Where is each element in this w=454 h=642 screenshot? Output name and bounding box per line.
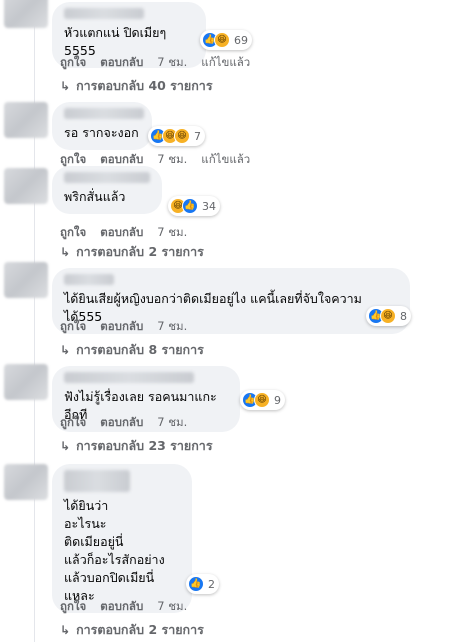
reaction-count: 9 <box>274 393 281 407</box>
commenter-name[interactable] <box>64 274 114 285</box>
commenter-name[interactable] <box>64 372 194 383</box>
avatar[interactable] <box>4 464 48 500</box>
comment-actions: ถูกใจ ตอบกลับ 7 ชม. แก้ไขแล้ว <box>60 54 250 72</box>
comment-actions: ถูกใจ ตอบกลับ 7 ชม. <box>60 318 187 336</box>
like-button[interactable]: ถูกใจ <box>60 318 86 336</box>
reply-arrow-icon: ↳ <box>60 343 71 357</box>
reply-arrow-icon: ↳ <box>60 623 71 637</box>
edited-label: แก้ไขแล้ว <box>201 152 251 166</box>
reply-button[interactable]: ตอบกลับ <box>100 224 143 242</box>
commenter-name[interactable] <box>64 8 144 19</box>
like-button[interactable]: ถูกใจ <box>60 54 86 72</box>
reaction-summary[interactable]: 👍 😆 69 <box>200 30 252 50</box>
reply-button[interactable]: ตอบกลับ <box>100 598 143 616</box>
reaction-count: 7 <box>194 129 201 143</box>
comment-text: ได้ยินว่า อะไรนะ ติดเมียอยู่นี่ แล้วก็อะ… <box>64 498 165 603</box>
haha-reaction-icon: 😆 <box>254 392 270 408</box>
avatar[interactable] <box>4 102 48 138</box>
commenter-name[interactable] <box>64 108 144 119</box>
haha-reaction-icon: 😆 <box>174 128 190 144</box>
reaction-summary[interactable]: 👍 😆 8 <box>366 306 411 326</box>
reply-arrow-icon: ↳ <box>60 79 71 93</box>
edited-label: แก้ไขแล้ว <box>201 55 251 69</box>
reaction-summary[interactable]: 😆 👍 34 <box>168 196 220 216</box>
reply-arrow-icon: ↳ <box>60 245 71 259</box>
view-replies-link[interactable]: ↳ การตอบกลับ 40 รายการ <box>60 76 213 96</box>
reaction-summary[interactable]: 👍 😆 9 <box>240 390 285 410</box>
reply-button[interactable]: ตอบกลับ <box>100 414 143 432</box>
reaction-count: 8 <box>400 309 407 323</box>
timestamp[interactable]: 7 ชม. <box>157 224 187 242</box>
reaction-summary[interactable]: 👍 😆 😆 7 <box>148 126 205 146</box>
view-replies-link[interactable]: ↳ การตอบกลับ 8 รายการ <box>60 340 204 360</box>
commenter-name[interactable] <box>64 470 130 492</box>
comment-actions: ถูกใจ ตอบกลับ 7 ชม. <box>60 224 187 242</box>
timestamp[interactable]: 7 ชม. <box>157 54 187 72</box>
comment-actions: ถูกใจ ตอบกลับ 7 ชม. <box>60 598 187 616</box>
comment-bubble: รอ รากจะงอก <box>52 102 152 150</box>
timestamp[interactable]: 7 ชม. <box>157 598 187 616</box>
comment-bubble: พริกสั่นแล้ว <box>52 166 162 214</box>
avatar[interactable] <box>4 364 48 400</box>
reaction-count: 34 <box>202 199 216 213</box>
view-replies-link[interactable]: ↳ การตอบกลับ 2 รายการ <box>60 242 204 262</box>
avatar[interactable] <box>4 0 48 28</box>
reaction-summary[interactable]: 👍 2 <box>186 574 219 594</box>
reaction-count: 69 <box>234 33 248 47</box>
replies-label: การตอบกลับ 8 รายการ <box>76 342 204 357</box>
haha-reaction-icon: 😆 <box>214 32 230 48</box>
like-reaction-icon: 👍 <box>182 198 198 214</box>
reaction-count: 2 <box>208 577 215 591</box>
replies-label: การตอบกลับ 40 รายการ <box>76 78 213 93</box>
like-button[interactable]: ถูกใจ <box>60 224 86 242</box>
comment-text: พริกสั่นแล้ว <box>64 189 126 204</box>
reply-button[interactable]: ตอบกลับ <box>100 318 143 336</box>
replies-label: การตอบกลับ 2 รายการ <box>76 244 204 259</box>
comment-text: รอ รากจะงอก <box>64 125 139 140</box>
like-button[interactable]: ถูกใจ <box>60 598 86 616</box>
like-reaction-icon: 👍 <box>188 576 204 592</box>
timestamp[interactable]: 7 ชม. <box>157 151 187 169</box>
comment-bubble: ได้ยินว่า อะไรนะ ติดเมียอยู่นี่ แล้วก็อะ… <box>52 464 192 613</box>
timestamp[interactable]: 7 ชม. <box>157 318 187 336</box>
reply-button[interactable]: ตอบกลับ <box>100 54 143 72</box>
view-replies-link[interactable]: ↳ การตอบกลับ 2 รายการ <box>60 620 204 640</box>
replies-label: การตอบกลับ 2 รายการ <box>76 622 204 637</box>
avatar[interactable] <box>4 262 48 298</box>
reply-arrow-icon: ↳ <box>60 439 71 453</box>
view-replies-link[interactable]: ↳ การตอบกลับ 23 รายการ <box>60 436 213 456</box>
timestamp[interactable]: 7 ชม. <box>157 414 187 432</box>
like-button[interactable]: ถูกใจ <box>60 414 86 432</box>
haha-reaction-icon: 😆 <box>380 308 396 324</box>
avatar[interactable] <box>4 168 48 204</box>
comment-actions: ถูกใจ ตอบกลับ 7 ชม. <box>60 414 187 432</box>
commenter-name[interactable] <box>64 172 150 183</box>
replies-label: การตอบกลับ 23 รายการ <box>76 438 213 453</box>
thread-line <box>34 0 35 642</box>
